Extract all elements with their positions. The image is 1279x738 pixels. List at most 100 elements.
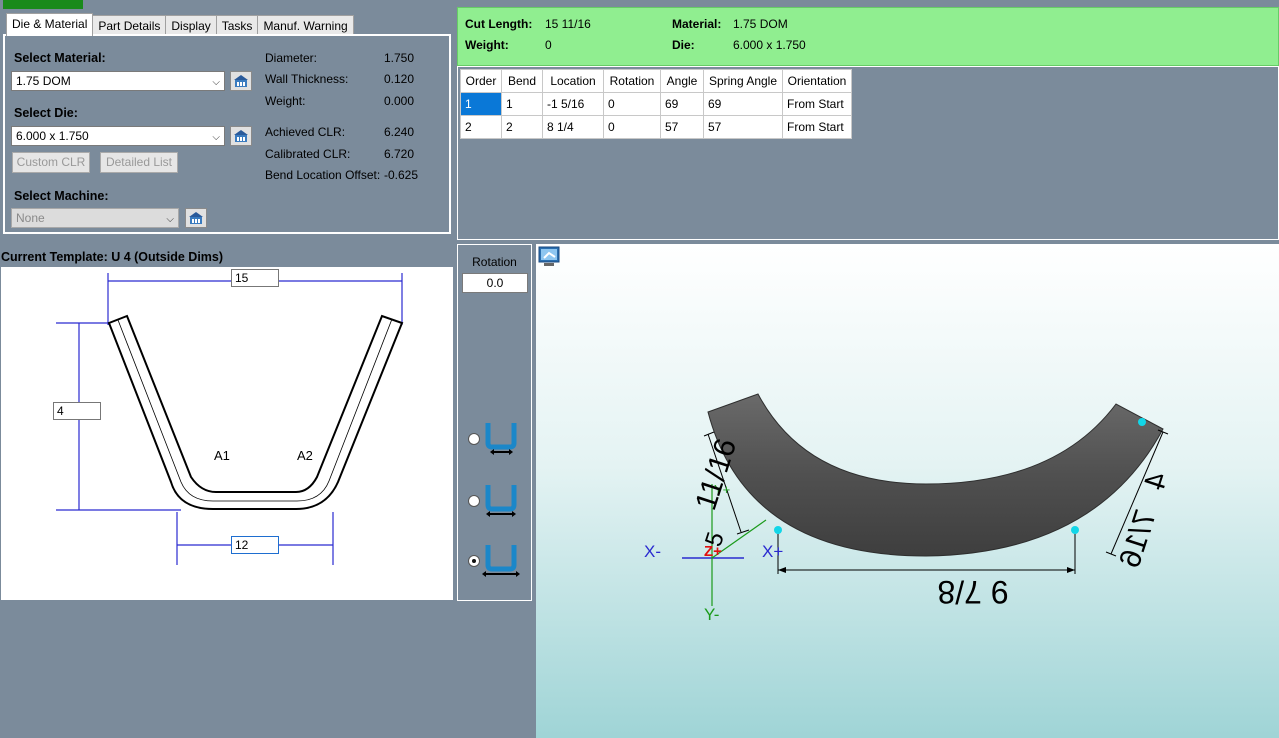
template-canvas: A1 A2 15 4 12 xyxy=(1,267,453,600)
bottom-dimension-label: 9 7/8 xyxy=(937,574,1008,610)
bend-location-offset-value: -0.625 xyxy=(384,168,419,182)
rotation-label: Rotation xyxy=(472,255,517,269)
bottom-dimension-input[interactable]: 12 xyxy=(231,536,279,554)
angle-a2-label: A2 xyxy=(297,448,313,463)
template-option-radio[interactable] xyxy=(468,433,480,445)
cell-orientation[interactable]: From Start xyxy=(782,115,852,139)
die-select-value: 6.000 x 1.750 xyxy=(16,129,89,143)
table-row[interactable]: 2 2 8 1/4 0 57 57 From Start xyxy=(460,115,852,139)
cell-bend[interactable]: 1 xyxy=(501,92,543,116)
wall-thickness-label: Wall Thickness: xyxy=(265,72,349,86)
select-die-label: Select Die: xyxy=(14,106,78,120)
weight-summary-value: 0 xyxy=(545,38,552,52)
template-title: Current Template: U 4 (Outside Dims) xyxy=(1,250,224,264)
bend-table-area: Order Bend Location Rotation Angle Sprin… xyxy=(457,66,1279,240)
die-material-panel: Select Material: 1.75 DOM ⌵ Select Die: … xyxy=(3,34,451,234)
column-bend[interactable]: Bend xyxy=(501,69,543,93)
cell-location[interactable]: -1 5/16 xyxy=(542,92,604,116)
bend-point-marker xyxy=(774,526,782,534)
wall-thickness-value: 0.120 xyxy=(384,72,415,86)
template-option-radio[interactable] xyxy=(468,495,480,507)
die-summary-label: Die: xyxy=(672,38,695,52)
cell-angle[interactable]: 69 xyxy=(660,92,704,116)
diameter-label: Diameter: xyxy=(265,51,318,65)
u-outside-dims-icon xyxy=(482,545,520,577)
library-icon xyxy=(234,75,248,87)
bend-point-marker xyxy=(1138,418,1146,426)
tab-manuf-warning[interactable]: Manuf. Warning xyxy=(257,15,354,36)
bend-table-header: Order Bend Location Rotation Angle Sprin… xyxy=(460,69,852,93)
weight-label: Weight: xyxy=(265,94,306,108)
select-machine-label: Select Machine: xyxy=(14,189,109,203)
angle-a1-label: A1 xyxy=(214,448,230,463)
cell-order[interactable]: 1 xyxy=(460,92,502,116)
bend-point-marker xyxy=(1071,526,1079,534)
cut-length-value: 15 11/16 xyxy=(545,17,591,31)
material-select[interactable]: 1.75 DOM ⌵ xyxy=(11,71,225,91)
calibrated-clr-label: Calibrated CLR: xyxy=(265,147,351,161)
achieved-clr-value: 6.240 xyxy=(384,125,415,139)
bend-location-offset-label: Bend Location Offset: xyxy=(265,168,381,182)
cell-orientation[interactable]: From Start xyxy=(782,92,852,116)
library-icon xyxy=(189,212,203,224)
die-select[interactable]: 6.000 x 1.750 ⌵ xyxy=(11,126,225,146)
diameter-value: 1.750 xyxy=(384,51,415,65)
right-dimension-whole: 4 xyxy=(1138,468,1175,494)
cell-angle[interactable]: 57 xyxy=(660,115,704,139)
achieved-clr-label: Achieved CLR: xyxy=(265,125,346,139)
column-rotation[interactable]: Rotation xyxy=(603,69,661,93)
rotation-panel: Rotation 0.0 xyxy=(457,244,532,601)
3d-view[interactable]: X- X+ Y- Y+ Z+ 11/16 5 9 7/8 4 7/16 xyxy=(536,244,1279,738)
right-dimension-fraction: 7/16 xyxy=(1113,506,1162,572)
axis-y-neg-label: Y- xyxy=(704,605,719,624)
side-dimension-input[interactable]: 4 xyxy=(53,402,101,420)
summary-bar: Cut Length: 15 11/16 Weight: 0 Material:… xyxy=(457,7,1279,66)
machine-select[interactable]: None ⌵ xyxy=(11,208,179,228)
tab-display[interactable]: Display xyxy=(165,15,217,36)
cell-bend[interactable]: 2 xyxy=(501,115,543,139)
template-drawing: A1 A2 xyxy=(56,273,404,565)
detailed-list-button[interactable]: Detailed List xyxy=(100,152,178,173)
tab-tasks[interactable]: Tasks xyxy=(215,15,259,36)
chevron-down-icon: ⌵ xyxy=(212,77,220,88)
axis-x-pos-label: X+ xyxy=(762,542,783,561)
cell-rotation[interactable]: 0 xyxy=(603,92,661,116)
top-dimension-input[interactable]: 15 xyxy=(231,269,279,287)
material-select-value: 1.75 DOM xyxy=(16,74,71,88)
material-summary-value: 1.75 DOM xyxy=(733,17,788,31)
cell-spring-angle[interactable]: 69 xyxy=(703,92,783,116)
u-inside-dims-icon xyxy=(485,423,517,455)
column-spring-angle[interactable]: Spring Angle xyxy=(703,69,783,93)
arrow-icon xyxy=(1067,567,1075,573)
u-center-dims-icon xyxy=(485,485,517,517)
machine-library-button[interactable] xyxy=(185,208,207,228)
table-row[interactable]: 1 1 -1 5/16 0 69 69 From Start xyxy=(460,92,852,116)
cell-spring-angle[interactable]: 57 xyxy=(703,115,783,139)
column-order[interactable]: Order xyxy=(460,69,502,93)
tab-part-details[interactable]: Part Details xyxy=(92,15,167,36)
tab-die-material[interactable]: Die & Material xyxy=(6,13,94,36)
tube-render: X- X+ Y- Y+ Z+ 11/16 5 9 7/8 4 7/16 xyxy=(644,393,1175,624)
calibrated-clr-value: 6.720 xyxy=(384,147,415,161)
radio-dot xyxy=(472,559,476,563)
material-library-button[interactable] xyxy=(230,71,252,91)
main-tabs: Die & Material Part Details Display Task… xyxy=(6,13,354,36)
machine-select-value: None xyxy=(16,211,45,225)
rotation-input[interactable]: 0.0 xyxy=(462,273,528,293)
template-option-radio-selected[interactable] xyxy=(468,555,480,567)
column-orientation[interactable]: Orientation xyxy=(782,69,852,93)
die-library-button[interactable] xyxy=(230,126,252,146)
u-tube-shape xyxy=(107,314,404,510)
weight-value: 0.000 xyxy=(384,94,415,108)
custom-clr-button[interactable]: Custom CLR xyxy=(12,152,90,173)
column-angle[interactable]: Angle xyxy=(660,69,704,93)
dimension-lines xyxy=(56,273,403,565)
weight-summary-label: Weight: xyxy=(465,38,509,52)
die-summary-value: 6.000 x 1.750 xyxy=(733,38,806,52)
cell-order[interactable]: 2 xyxy=(460,115,502,139)
cell-location[interactable]: 8 1/4 xyxy=(542,115,604,139)
column-location[interactable]: Location xyxy=(542,69,604,93)
status-strip xyxy=(3,0,83,9)
cell-rotation[interactable]: 0 xyxy=(603,115,661,139)
chevron-down-icon: ⌵ xyxy=(212,132,220,143)
